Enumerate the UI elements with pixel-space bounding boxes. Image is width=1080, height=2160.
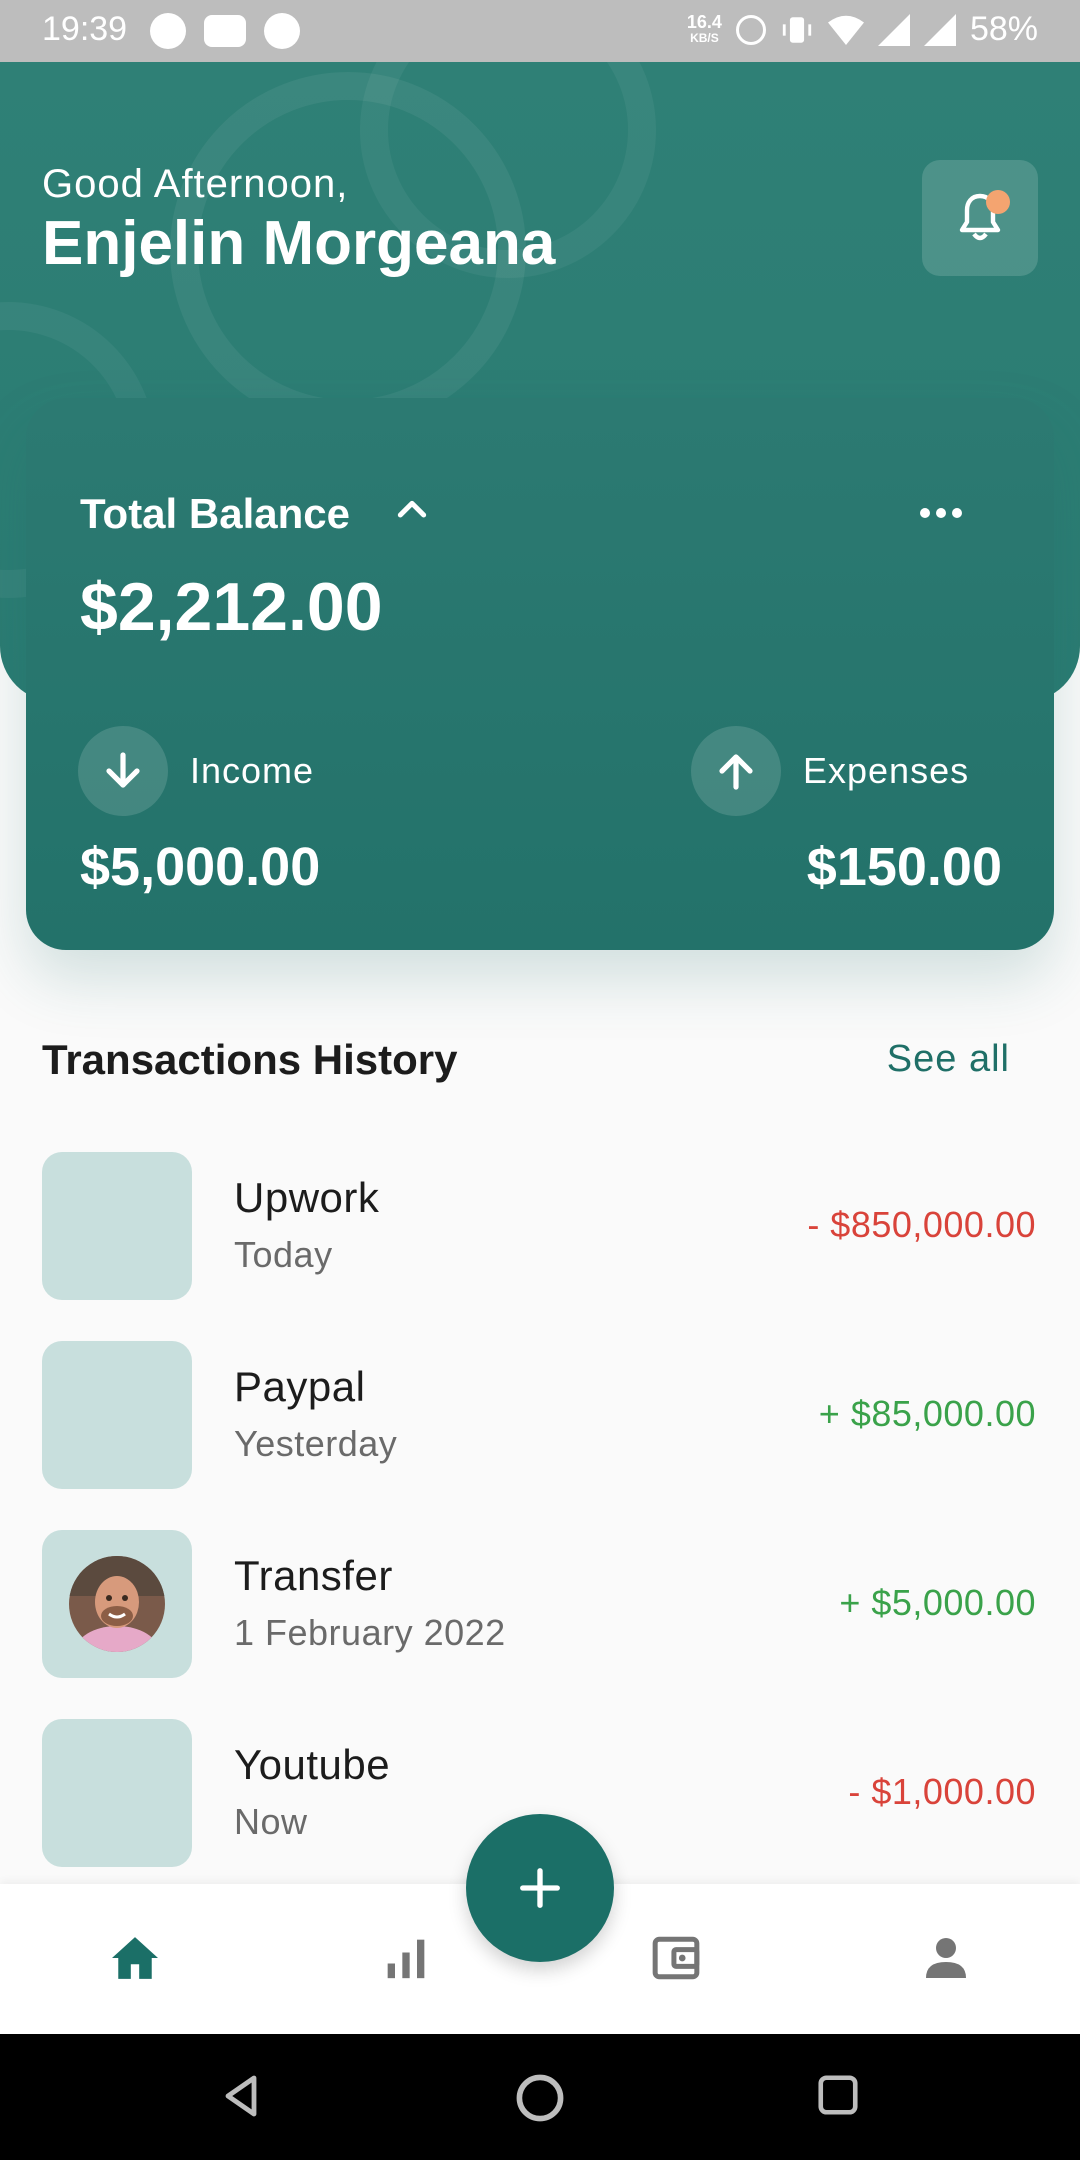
nav-profile[interactable] <box>918 1930 974 1986</box>
wifi-icon <box>827 15 864 45</box>
home-system-icon[interactable] <box>514 2072 566 2124</box>
transaction-date: Yesterday <box>234 1423 398 1464</box>
transaction-name: Upwork <box>234 1174 380 1221</box>
transaction-date: Today <box>234 1234 333 1275</box>
status-time: 19:39 <box>42 10 128 48</box>
chevron-up-icon[interactable] <box>392 490 432 530</box>
alarm-icon <box>735 14 766 45</box>
transaction-name: Paypal <box>234 1363 366 1410</box>
transaction-logo <box>42 1719 192 1867</box>
income-amount: $5,000.00 <box>80 837 321 897</box>
transaction-name: Transfer <box>234 1552 393 1599</box>
network-speed-unit: KB/S <box>690 30 719 45</box>
notification-badge <box>986 190 1010 214</box>
transaction-row[interactable]: Upwork Today - $850,000.00 <box>0 1152 1080 1302</box>
nav-home[interactable] <box>107 1930 163 1986</box>
total-balance-amount: $2,212.00 <box>80 569 383 645</box>
home-icon <box>112 1937 158 1979</box>
plus-icon <box>520 1868 560 1908</box>
arrow-down-icon <box>106 752 140 788</box>
nav-wallet[interactable] <box>648 1930 704 1986</box>
expenses-amount: $150.00 <box>806 837 1002 897</box>
see-all-link[interactable]: See all <box>887 1038 1010 1081</box>
income-indicator <box>78 726 168 816</box>
profile-icon <box>926 1938 966 1978</box>
expenses-label: Expenses <box>803 750 970 791</box>
expenses-indicator <box>691 726 781 816</box>
transaction-date: 1 February 2022 <box>234 1612 506 1653</box>
transaction-logo <box>42 1152 192 1300</box>
avatar <box>69 1556 165 1652</box>
status-right: 16.4 KB/S 58% <box>687 10 1038 49</box>
stats-icon <box>387 1939 425 1979</box>
vibrate-icon <box>782 16 812 43</box>
arrow-up-icon <box>719 754 753 790</box>
notification-button[interactable] <box>922 160 1038 276</box>
transaction-logo <box>42 1341 192 1489</box>
transaction-logo <box>42 1530 192 1678</box>
more-options-icon[interactable] <box>918 506 964 520</box>
transaction-amount: + $85,000.00 <box>818 1393 1036 1434</box>
battery-percentage: 58% <box>969 10 1038 48</box>
transaction-date: Now <box>234 1801 308 1842</box>
total-balance-label: Total Balance <box>80 490 350 537</box>
youtube-notification-icon <box>204 15 246 47</box>
greeting-text: Good Afternoon, <box>42 162 349 206</box>
nav-statistics[interactable] <box>378 1930 434 1986</box>
system-navigation-bar <box>0 2034 1080 2160</box>
transaction-amount: + $5,000.00 <box>839 1582 1036 1623</box>
signal-icon-1 <box>877 13 910 46</box>
transaction-row[interactable]: Transfer 1 February 2022 + $5,000.00 <box>0 1530 1080 1680</box>
person-photo <box>69 1556 165 1652</box>
signal-icon-2 <box>923 13 956 46</box>
income-label: Income <box>190 750 315 791</box>
back-icon[interactable] <box>218 2072 266 2120</box>
status-bar: 19:39 16.4 KB/S 58% <box>0 0 1080 62</box>
transaction-amount: - $1,000.00 <box>848 1771 1036 1812</box>
transaction-name: Youtube <box>234 1741 391 1788</box>
app-notification-icon <box>150 13 186 49</box>
wallet-icon <box>652 1936 700 1980</box>
transaction-row[interactable]: Paypal Yesterday + $85,000.00 <box>0 1341 1080 1491</box>
recents-icon[interactable] <box>815 2072 861 2118</box>
network-speed: 16.4 KB/S <box>686 11 722 46</box>
transaction-amount: - $850,000.00 <box>807 1204 1036 1245</box>
add-transaction-button[interactable] <box>466 1814 614 1962</box>
sync-notification-icon <box>264 13 300 49</box>
balance-card: Total Balance $2,212.00 Income $5,000.00… <box>26 398 1054 950</box>
user-name: Enjelin Morgeana <box>42 209 556 278</box>
network-speed-value: 16.4 <box>686 11 722 32</box>
status-notification-icons <box>150 13 300 49</box>
transactions-title: Transactions History <box>42 1036 458 1083</box>
